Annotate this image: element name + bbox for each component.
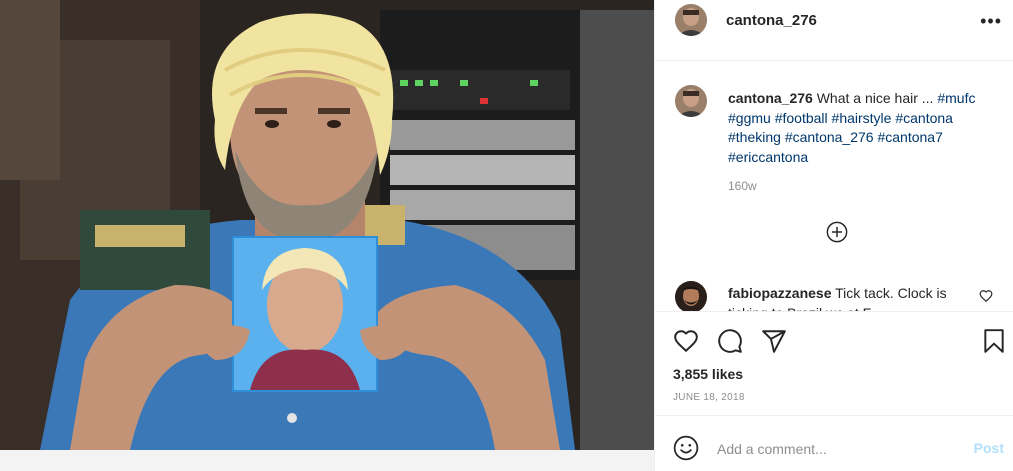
caption-username[interactable]: cantona_276 [728, 90, 813, 106]
hashtag[interactable]: #ggmu [728, 110, 771, 126]
hashtag[interactable]: #hairstyle [832, 110, 892, 126]
likes-count[interactable]: 3,855 likes [673, 366, 743, 382]
post-actions: 3,855 likes JUNE 18, 2018 [655, 311, 1013, 415]
caption-author-avatar[interactable] [675, 85, 707, 117]
paper-plane-icon[interactable] [761, 328, 787, 354]
post-header: cantona_276 ••• [655, 0, 1013, 61]
caption-text: What a nice hair ... [816, 90, 934, 106]
post-side-panel: cantona_276 ••• cantona_276 What a nice … [654, 0, 1013, 471]
more-options-icon[interactable]: ••• [980, 12, 1002, 30]
author-username[interactable]: cantona_276 [726, 12, 817, 29]
hashtag[interactable]: #mufc [937, 90, 975, 106]
bookmark-icon[interactable] [981, 328, 1007, 354]
hashtag[interactable]: #ericcantona [728, 149, 808, 165]
comment-input[interactable] [715, 433, 959, 465]
plus-circle-icon[interactable] [826, 221, 848, 243]
commenter-username[interactable]: fabiopazzanese [728, 285, 831, 301]
hashtag[interactable]: #cantona7 [877, 129, 942, 145]
commenter-avatar[interactable] [675, 281, 707, 311]
post-date[interactable]: JUNE 18, 2018 [673, 392, 745, 403]
heart-icon[interactable] [673, 328, 699, 354]
post-photo [0, 0, 654, 450]
comment-bubble-icon[interactable] [717, 328, 743, 354]
hashtag[interactable]: #cantona_276 [785, 129, 874, 145]
post-caption: cantona_276 What a nice hair ... #mufc #… [728, 89, 978, 167]
caption-timestamp[interactable]: 160w [728, 179, 757, 193]
comments-list[interactable]: cantona_276 What a nice hair ... #mufc #… [655, 61, 1013, 311]
hashtag[interactable]: #theking [728, 129, 781, 145]
add-comment-bar: Post [655, 415, 1013, 471]
hashtag[interactable]: #football [775, 110, 828, 126]
author-avatar[interactable] [675, 4, 707, 36]
comment-item: fabiopazzanese Tick tack. Clock is ticki… [728, 284, 968, 311]
post-image[interactable] [0, 0, 654, 450]
post-comment-button[interactable]: Post [974, 440, 1004, 456]
hashtag[interactable]: #cantona [895, 110, 953, 126]
media-bottom-gap [0, 450, 654, 471]
smiley-icon[interactable] [673, 435, 699, 461]
heart-small-icon[interactable] [979, 289, 993, 303]
